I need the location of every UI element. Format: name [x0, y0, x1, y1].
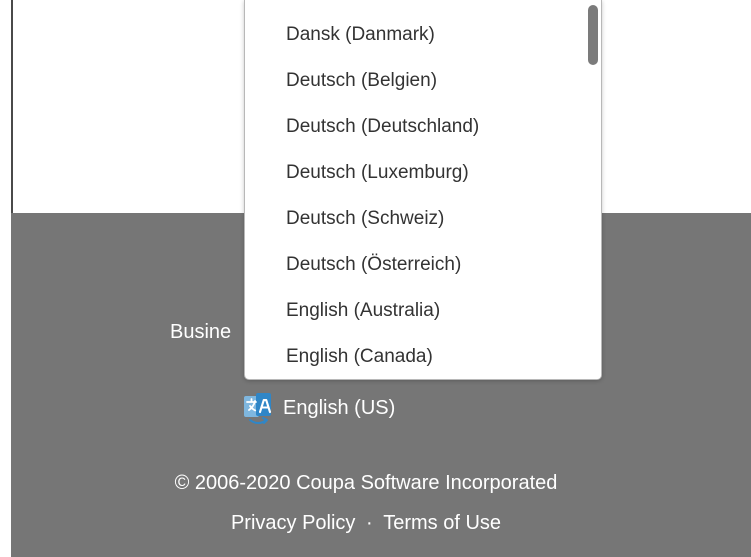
page: Busine English (US) © 2006-2020 Coupa So…: [0, 0, 751, 557]
language-option[interactable]: English (Canada): [245, 334, 581, 379]
business-link[interactable]: Busine: [170, 320, 231, 344]
language-option[interactable]: Deutsch (Österreich): [245, 242, 581, 288]
language-option[interactable]: Deutsch (Luxemburg): [245, 150, 581, 196]
language-options-list: Dansk (Danmark) Deutsch (Belgien) Deutsc…: [245, 12, 581, 379]
language-option[interactable]: Deutsch (Belgien): [245, 58, 581, 104]
language-option[interactable]: Deutsch (Deutschland): [245, 104, 581, 150]
copyright-text: © 2006-2020 Coupa Software Incorporated: [174, 472, 558, 494]
dropdown-scrollbar[interactable]: [583, 0, 601, 379]
language-option[interactable]: English (Australia): [245, 288, 581, 334]
language-option[interactable]: Deutsch (Schweiz): [245, 196, 581, 242]
translate-icon: [244, 393, 272, 424]
scrollbar-thumb[interactable]: [588, 5, 598, 65]
privacy-policy-link[interactable]: Privacy Policy: [231, 511, 355, 535]
language-option[interactable]: Dansk (Danmark): [245, 12, 581, 58]
terms-of-use-link[interactable]: Terms of Use: [383, 511, 501, 535]
language-dropdown[interactable]: Dansk (Danmark) Deutsch (Belgien) Deutsc…: [244, 0, 602, 380]
current-language-label: English (US): [283, 396, 396, 419]
language-selector[interactable]: English (US): [241, 388, 395, 432]
legal-links: Privacy Policy · Terms of Use: [11, 511, 721, 535]
link-separator: ·: [366, 512, 373, 534]
